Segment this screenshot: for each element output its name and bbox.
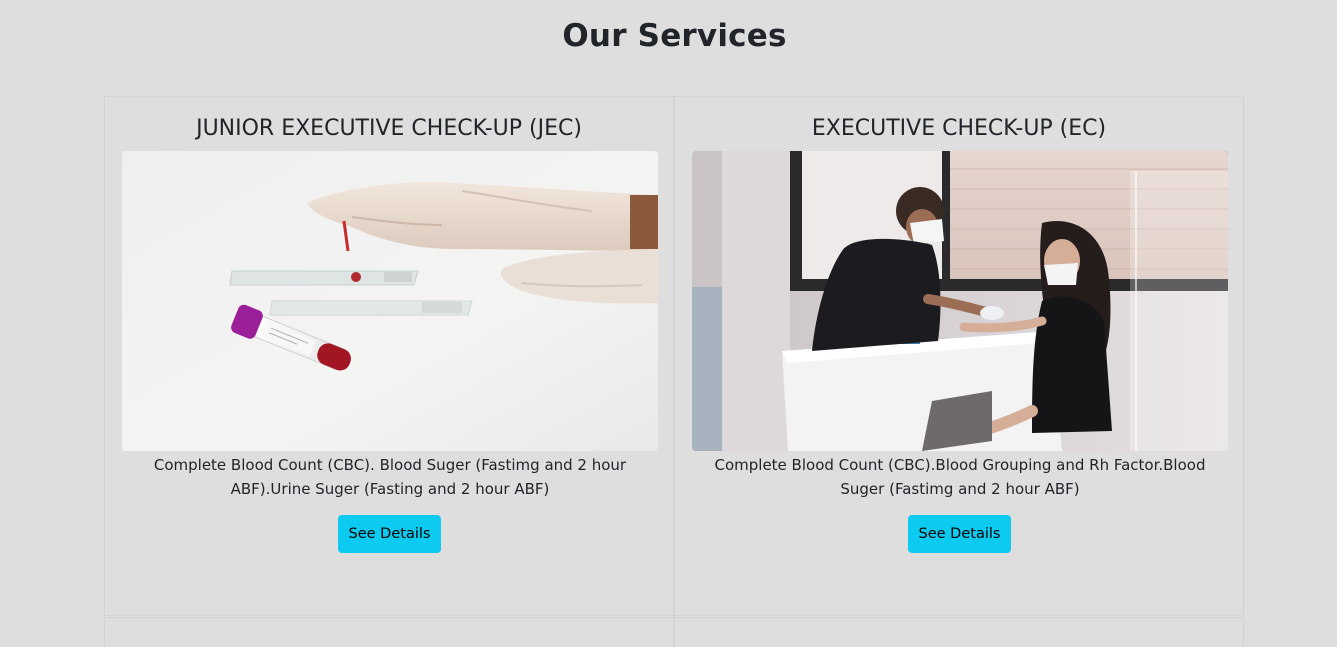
- service-card-partial: [104, 617, 674, 647]
- see-details-button[interactable]: See Details: [338, 515, 441, 553]
- service-card-title: EXECUTIVE CHECK-UP (EC): [811, 116, 1107, 141]
- service-card-jec: JUNIOR EXECUTIVE CHECK-UP (JEC) Complete…: [104, 96, 674, 616]
- services-grid: JUNIOR EXECUTIVE CHECK-UP (JEC) Complete…: [104, 96, 1245, 647]
- nurse-patient-image: [692, 151, 1228, 451]
- service-card-image: [122, 151, 658, 451]
- service-card-partial: [674, 617, 1244, 647]
- page-title: Our Services: [562, 18, 787, 54]
- service-card-description: Complete Blood Count (CBC).Blood Groupin…: [714, 456, 1206, 498]
- service-card-image: [692, 151, 1228, 451]
- see-details-button[interactable]: See Details: [908, 515, 1011, 553]
- service-card-description: Complete Blood Count (CBC). Blood Suger …: [153, 456, 627, 498]
- service-card-title: JUNIOR EXECUTIVE CHECK-UP (JEC): [196, 116, 582, 141]
- service-card-ec: EXECUTIVE CHECK-UP (EC) Complete Blood C…: [674, 96, 1244, 616]
- blood-test-image: [122, 151, 658, 451]
